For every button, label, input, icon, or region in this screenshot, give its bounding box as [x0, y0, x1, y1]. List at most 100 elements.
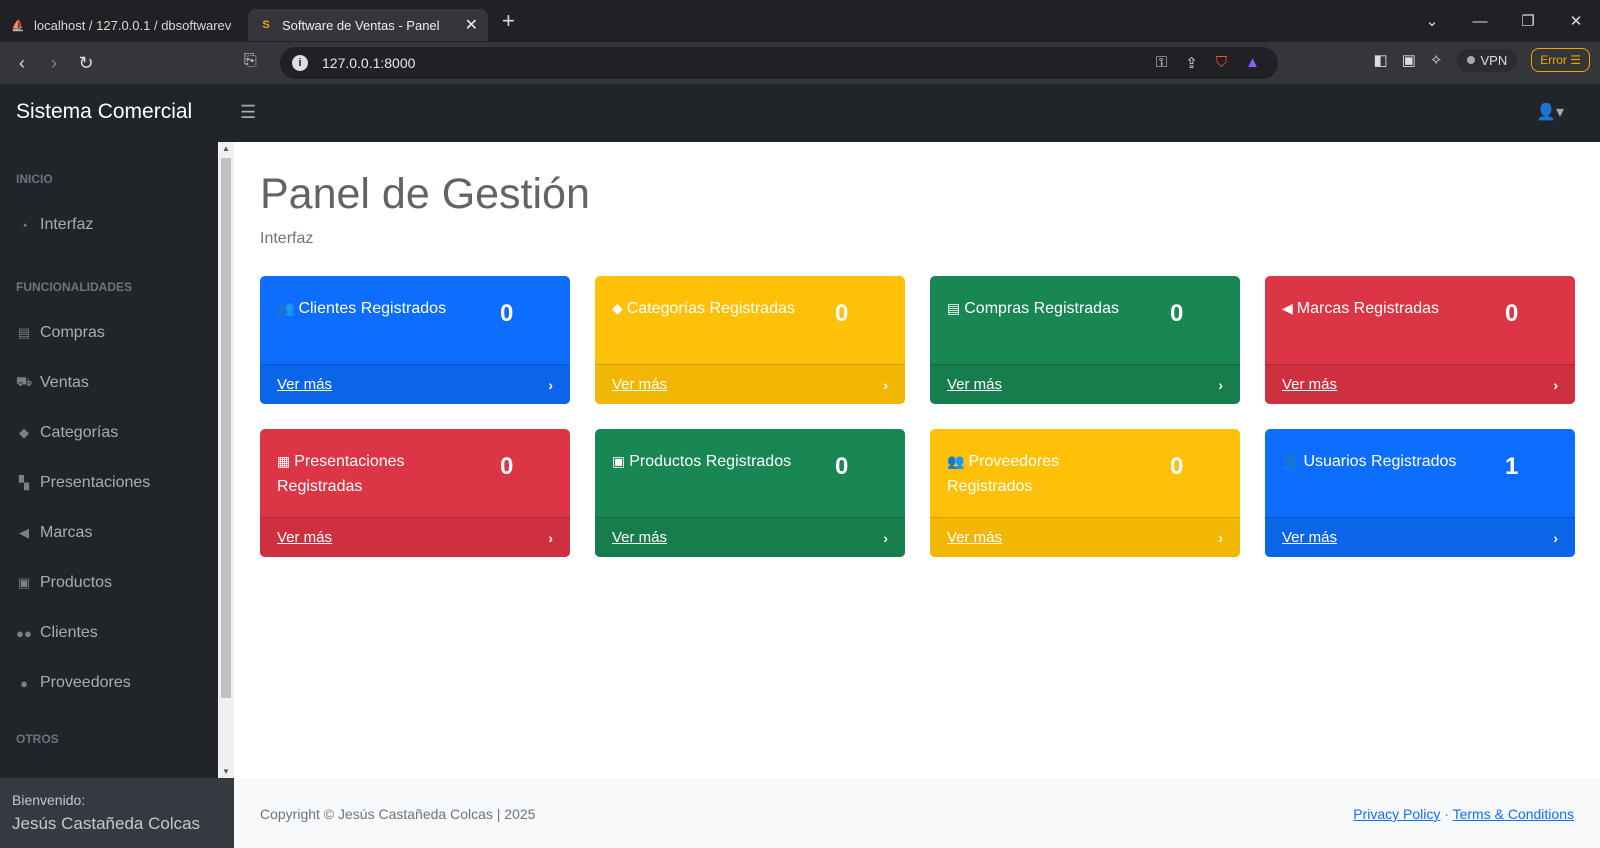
card-more-link[interactable]: Ver más [947, 529, 1002, 546]
card-count: 0 [1505, 300, 1519, 327]
user-menu-icon[interactable]: 👤▾ [1536, 102, 1564, 122]
privacy-policy-link[interactable]: Privacy Policy [1353, 806, 1440, 822]
bookmark-icon[interactable]: ⎘ [244, 52, 257, 70]
card-label: Usuarios Registrados [1303, 453, 1457, 470]
vpn-button[interactable]: VPN [1456, 48, 1518, 72]
cart-icon: ⛟ [16, 374, 33, 389]
sidebar-heading-funcionalidades: FUNCIONALIDADES [16, 280, 132, 294]
archive-icon: ▦ [277, 453, 291, 469]
sidebar-item-ventas[interactable]: ⛟ Ventas [16, 374, 89, 392]
card-count: 1 [1505, 453, 1519, 480]
sidebar-item-label: Proveedores [40, 674, 131, 691]
sidebar-heading-inicio: INICIO [16, 172, 53, 186]
card-more-link[interactable]: Ver más [277, 529, 332, 546]
tab-search-icon[interactable]: ⌄ [1408, 12, 1456, 30]
sidebar-footer: Bienvenido: Jesús Castañeda Colcas [0, 778, 234, 848]
card-count: 0 [1170, 300, 1184, 327]
wallet-icon[interactable]: ▣ [1402, 51, 1416, 69]
sidebar: INICIO ◔ Interfaz FUNCIONALIDADES ▤ Comp… [0, 142, 218, 848]
sidebar-item-proveedores[interactable]: ● Proveedores [16, 674, 131, 692]
card-more-link[interactable]: Ver más [612, 529, 667, 546]
footer-links: Privacy Policy · Terms & Conditions [1353, 806, 1574, 822]
card-compras: ▤ Compras Registradas 0 Ver más › [930, 276, 1240, 404]
chevron-right-icon[interactable]: › [1553, 530, 1558, 546]
url-text: 127.0.0.1:8000 [322, 55, 416, 71]
tag-icon: ◆ [19, 425, 29, 440]
sidebar-scrollbar[interactable]: ▲ ▼ [218, 142, 234, 778]
share-icon[interactable]: ⇪ [1185, 54, 1198, 72]
bullhorn-icon: ◀ [1282, 300, 1293, 316]
restore-icon[interactable]: ❐ [1504, 12, 1552, 30]
user-group-icon: 👥 [947, 453, 965, 469]
sidebar-item-interfaz[interactable]: ◔ Interfaz [16, 216, 93, 234]
bullhorn-icon: ◀ [19, 525, 29, 540]
scroll-up-icon[interactable]: ▲ [218, 144, 234, 153]
sidebar-item-presentaciones[interactable]: ▚ Presentaciones [16, 474, 150, 492]
chevron-right-icon[interactable]: › [548, 377, 553, 393]
address-bar[interactable]: i 127.0.0.1:8000 ⚿ ⇪ ⛉ ▲ [280, 47, 1278, 79]
browser-tab-panel[interactable]: S Software de Ventas - Panel ✕ [248, 9, 488, 41]
back-icon[interactable]: ‹ [6, 53, 38, 74]
tab-title: Software de Ventas - Panel [282, 17, 440, 33]
card-count: 0 [500, 453, 514, 480]
chevron-right-icon[interactable]: › [1218, 530, 1223, 546]
menu-toggle-icon[interactable]: ☰ [240, 102, 256, 123]
scroll-down-icon[interactable]: ▼ [218, 767, 234, 776]
window-controls: ⌄ — ❐ ✕ [1408, 0, 1600, 42]
card-usuarios: 👤 Usuarios Registrados 1 Ver más › [1265, 429, 1575, 557]
card-more-link[interactable]: Ver más [1282, 376, 1337, 393]
card-marcas: ◀ Marcas Registradas 0 Ver más › [1265, 276, 1575, 404]
scrollbar-thumb[interactable] [221, 158, 231, 698]
card-proveedores: 👥 Proveedores Registrados 0 Ver más › [930, 429, 1240, 557]
sidebar-item-marcas[interactable]: ◀ Marcas [16, 524, 92, 542]
logged-user-name: Jesús Castañeda Colcas [12, 814, 201, 833]
user-icon: 👤 [1282, 453, 1300, 469]
card-label: Compras Registradas [964, 300, 1119, 317]
browser-tab-bar: ⛵ localhost / 127.0.0.1 / dbsoftwareve S… [0, 0, 1600, 42]
sidebar-item-compras[interactable]: ▤ Compras [16, 324, 105, 342]
browser-tab-phpmyadmin[interactable]: ⛵ localhost / 127.0.0.1 / dbsoftwareve [0, 9, 242, 41]
sidebar-item-label: Clientes [40, 624, 98, 641]
sidebar-toggle-icon[interactable]: ◧ [1374, 51, 1388, 69]
sidebar-item-clientes[interactable]: ●● Clientes [16, 624, 98, 642]
copyright-text: Copyright © Jesús Castañeda Colcas | 202… [260, 806, 536, 822]
card-label: Clientes Registrados [298, 300, 447, 317]
reload-icon[interactable]: ↻ [70, 53, 102, 74]
chevron-right-icon[interactable]: › [883, 530, 888, 546]
brave-shield-icon[interactable]: ⛉ [1216, 54, 1227, 72]
leo-ai-icon[interactable]: ✧ [1430, 51, 1443, 69]
brand-title[interactable]: Sistema Comercial [16, 100, 192, 124]
people-icon: 👥 [277, 300, 295, 316]
card-presentaciones: ▦ Presentaciones Registradas 0 Ver más › [260, 429, 570, 557]
sidebar-item-categorias[interactable]: ◆ Categorías [16, 424, 118, 442]
phpmyadmin-icon: ⛵ [11, 19, 25, 32]
shopping-bag-icon: ▣ [17, 575, 31, 590]
minimize-icon[interactable]: — [1456, 13, 1504, 30]
vpn-label: VPN [1480, 52, 1508, 68]
welcome-label: Bienvenido: [12, 792, 86, 808]
site-info-icon[interactable]: i [292, 55, 308, 71]
chevron-right-icon[interactable]: › [548, 530, 553, 546]
sidebar-item-productos[interactable]: ▣ Productos [16, 574, 112, 592]
new-tab-button[interactable]: + [502, 8, 515, 34]
chevron-right-icon[interactable]: › [883, 377, 888, 393]
chevron-right-icon[interactable]: › [1553, 377, 1558, 393]
error-menu-button[interactable]: Error ☰ [1531, 48, 1590, 72]
page-title: Panel de Gestión [260, 170, 590, 218]
close-tab-icon[interactable]: ✕ [465, 15, 478, 35]
dashboard-icon: ◔ [20, 217, 28, 233]
key-icon[interactable]: ⚿ [1156, 54, 1167, 72]
sidebar-item-label: Marcas [40, 524, 93, 541]
brave-rewards-icon[interactable]: ▲ [1245, 54, 1260, 72]
terms-link[interactable]: Terms & Conditions [1453, 806, 1574, 822]
footer-separator: · [1444, 806, 1449, 822]
sidebar-heading-otros: OTROS [16, 732, 59, 746]
card-more-link[interactable]: Ver más [1282, 529, 1337, 546]
chevron-right-icon[interactable]: › [1218, 377, 1223, 393]
card-more-link[interactable]: Ver más [612, 376, 667, 393]
card-more-link[interactable]: Ver más [947, 376, 1002, 393]
card-more-link[interactable]: Ver más [277, 376, 332, 393]
forward-icon[interactable]: › [38, 53, 70, 74]
close-window-icon[interactable]: ✕ [1552, 12, 1600, 30]
card-productos: ▣ Productos Registrados 0 Ver más › [595, 429, 905, 557]
